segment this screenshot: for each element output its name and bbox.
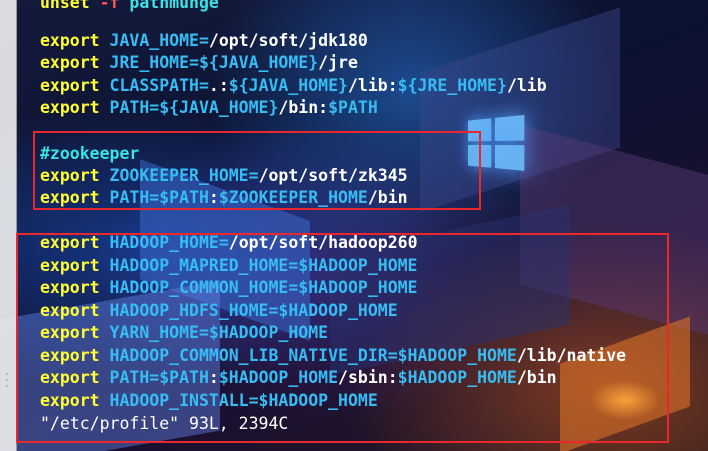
editor-line: export JAVA_HOME=/opt/soft/jdk180	[40, 31, 368, 50]
editor-line: export JRE_HOME=${JAVA_HOME}/jre	[40, 53, 358, 72]
editor-line: unset -f pathmunge	[40, 0, 219, 12]
editor-line: export CLASSPATH=.:${JAVA_HOME}/lib:${JR…	[40, 76, 547, 95]
zookeeper-highlight-box	[33, 131, 481, 210]
window-left-gutter: · · ·	[0, 0, 17, 451]
drag-handle-icon[interactable]: · · ·	[4, 371, 12, 392]
editor-line: export PATH=${JAVA_HOME}/bin:$PATH	[40, 98, 378, 117]
hadoop-highlight-box	[16, 233, 669, 443]
